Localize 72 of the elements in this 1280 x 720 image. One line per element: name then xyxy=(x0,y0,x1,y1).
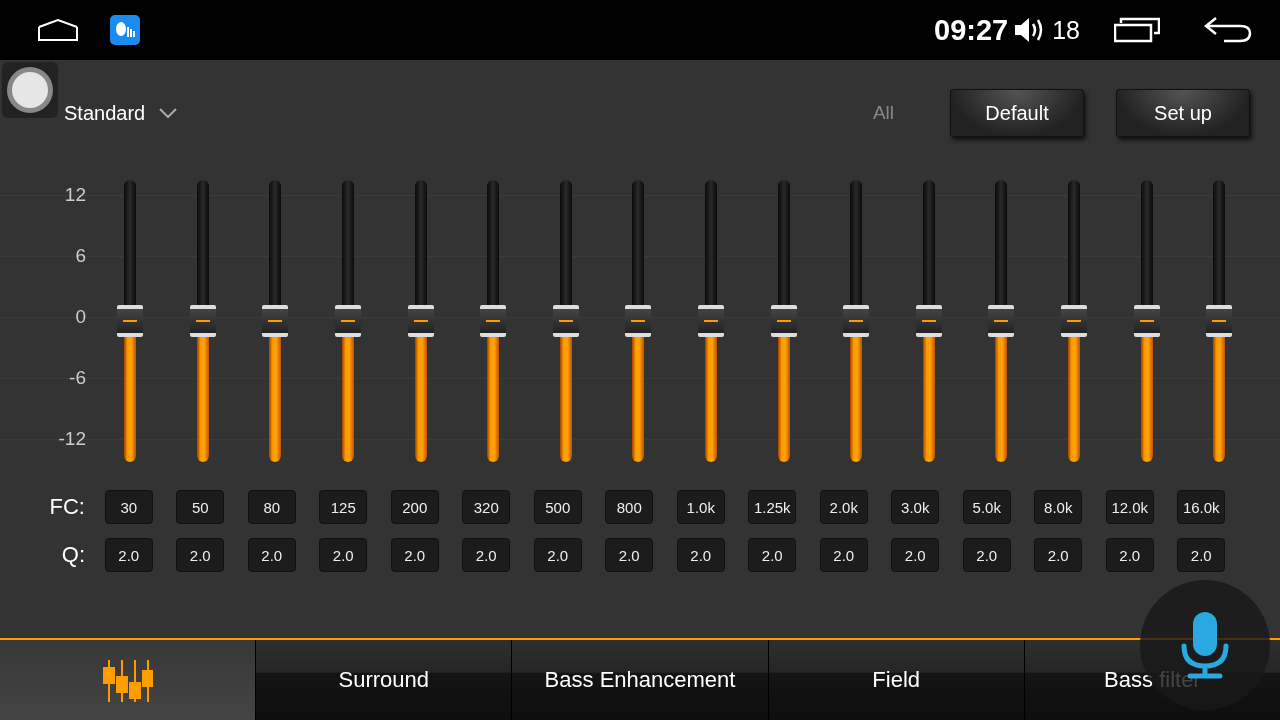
slider-thumb[interactable] xyxy=(770,305,797,337)
slider-thumb[interactable] xyxy=(189,305,216,337)
frequency-field[interactable]: 1.25k xyxy=(748,490,797,524)
frequency-field[interactable]: 200 xyxy=(390,490,439,524)
tab[interactable]: Bass Enhancement xyxy=(512,640,768,720)
row-label: FC: xyxy=(49,494,86,520)
scale-label: 0 xyxy=(75,307,86,327)
home-icon[interactable] xyxy=(38,19,78,41)
q-field[interactable]: 2.0 xyxy=(1177,538,1226,572)
q-field[interactable]: 2.0 xyxy=(891,538,940,572)
q-field[interactable]: 2.0 xyxy=(104,538,153,572)
frequency-field[interactable]: 80 xyxy=(247,490,296,524)
q-field[interactable]: 2.0 xyxy=(533,538,582,572)
slider-thumb[interactable] xyxy=(625,305,652,337)
equalizer-icon xyxy=(102,658,153,702)
slider-thumb[interactable] xyxy=(480,305,507,337)
preset-button[interactable]: Default xyxy=(950,89,1084,137)
slider-thumb[interactable] xyxy=(407,305,434,337)
frequency-field[interactable]: 800 xyxy=(605,490,654,524)
q-field[interactable]: 2.0 xyxy=(605,538,654,572)
frequency-field[interactable]: 2.0k xyxy=(819,490,868,524)
slider-thumb[interactable] xyxy=(915,305,942,337)
slider-thumb[interactable] xyxy=(988,305,1015,337)
volume-level: 18 xyxy=(1052,15,1080,45)
frequency-field[interactable]: 320 xyxy=(462,490,511,524)
frequency-field[interactable]: 1.0k xyxy=(676,490,725,524)
back-icon[interactable] xyxy=(1204,17,1252,43)
frequency-field[interactable]: 16.0k xyxy=(1177,490,1226,524)
q-field[interactable]: 2.0 xyxy=(247,538,296,572)
tab[interactable]: Field xyxy=(768,640,1024,720)
frequency-field[interactable]: 8.0k xyxy=(1034,490,1083,524)
frequency-field[interactable]: 12.0k xyxy=(1105,490,1154,524)
frequency-field[interactable]: 3.0k xyxy=(891,490,940,524)
frequency-field[interactable]: 5.0k xyxy=(962,490,1011,524)
preset-button[interactable]: Set up xyxy=(1116,89,1250,137)
frequency-field[interactable]: 500 xyxy=(533,490,582,524)
slider-thumb[interactable] xyxy=(843,305,870,337)
tab[interactable]: Surround xyxy=(256,640,512,720)
q-field[interactable]: 2.0 xyxy=(390,538,439,572)
slider-thumb[interactable] xyxy=(117,305,144,337)
frequency-field[interactable]: 30 xyxy=(104,490,153,524)
q-field[interactable]: 2.0 xyxy=(676,538,725,572)
app-icon[interactable] xyxy=(110,15,140,45)
q-field[interactable]: 2.0 xyxy=(1105,538,1154,572)
q-field[interactable]: 2.0 xyxy=(176,538,225,572)
slider-thumb[interactable] xyxy=(335,305,362,337)
slider-thumb[interactable] xyxy=(1206,305,1233,337)
q-field[interactable]: 2.0 xyxy=(748,538,797,572)
slider-thumb[interactable] xyxy=(262,305,289,337)
row-label: Q: xyxy=(61,542,86,568)
frequency-field[interactable]: 125 xyxy=(319,490,368,524)
slider-thumb[interactable] xyxy=(698,305,725,337)
frequency-field[interactable]: 50 xyxy=(176,490,225,524)
chevron-down-icon[interactable] xyxy=(159,108,178,118)
slider-thumb[interactable] xyxy=(552,305,579,337)
mode-label: All xyxy=(872,102,894,124)
scale-label: 12 xyxy=(64,185,86,205)
scale-label: 6 xyxy=(75,246,86,266)
clock-time: 09:27 xyxy=(934,13,1009,47)
scale-label: -12 xyxy=(58,429,86,449)
q-field[interactable]: 2.0 xyxy=(462,538,511,572)
q-field[interactable]: 2.0 xyxy=(1034,538,1083,572)
q-field[interactable]: 2.0 xyxy=(819,538,868,572)
recent-apps-icon[interactable] xyxy=(1114,17,1160,43)
tab[interactable] xyxy=(0,640,256,720)
slider-thumb[interactable] xyxy=(1061,305,1087,337)
preset-dropdown[interactable]: Standard xyxy=(64,101,146,125)
assistive-touch-button[interactable] xyxy=(2,62,58,118)
q-field[interactable]: 2.0 xyxy=(319,538,368,572)
scale-label: -6 xyxy=(69,368,86,388)
q-field[interactable]: 2.0 xyxy=(962,538,1011,572)
slider-thumb[interactable] xyxy=(1133,305,1160,337)
